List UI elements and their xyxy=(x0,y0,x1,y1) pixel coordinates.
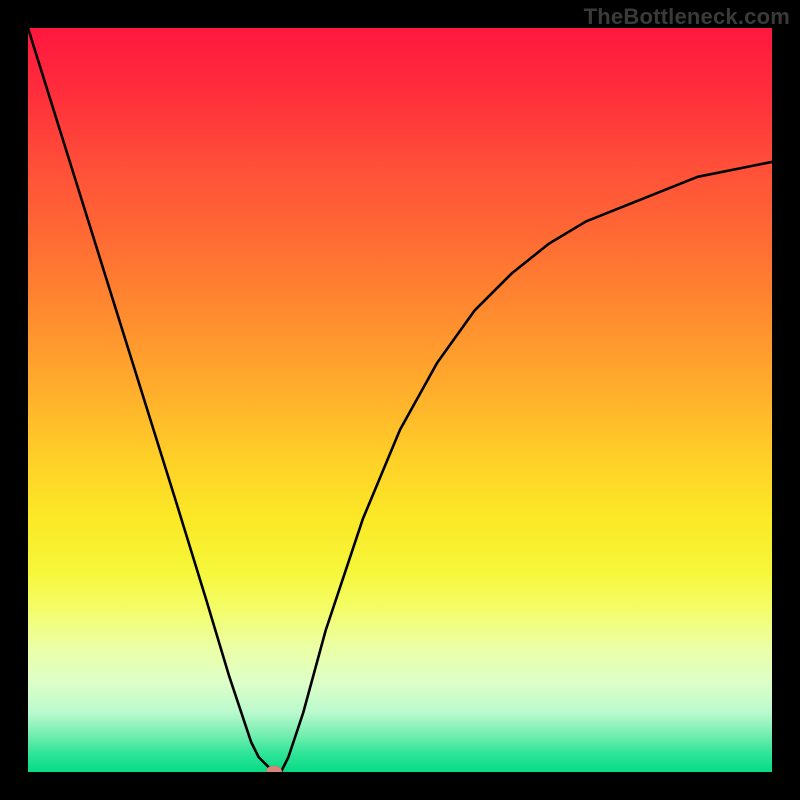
curve-svg xyxy=(28,28,772,772)
bottleneck-curve xyxy=(28,28,772,772)
plot-area xyxy=(28,28,772,772)
chart-frame: TheBottleneck.com xyxy=(0,0,800,800)
watermark-text: TheBottleneck.com xyxy=(584,4,790,30)
minimum-marker xyxy=(266,766,282,772)
